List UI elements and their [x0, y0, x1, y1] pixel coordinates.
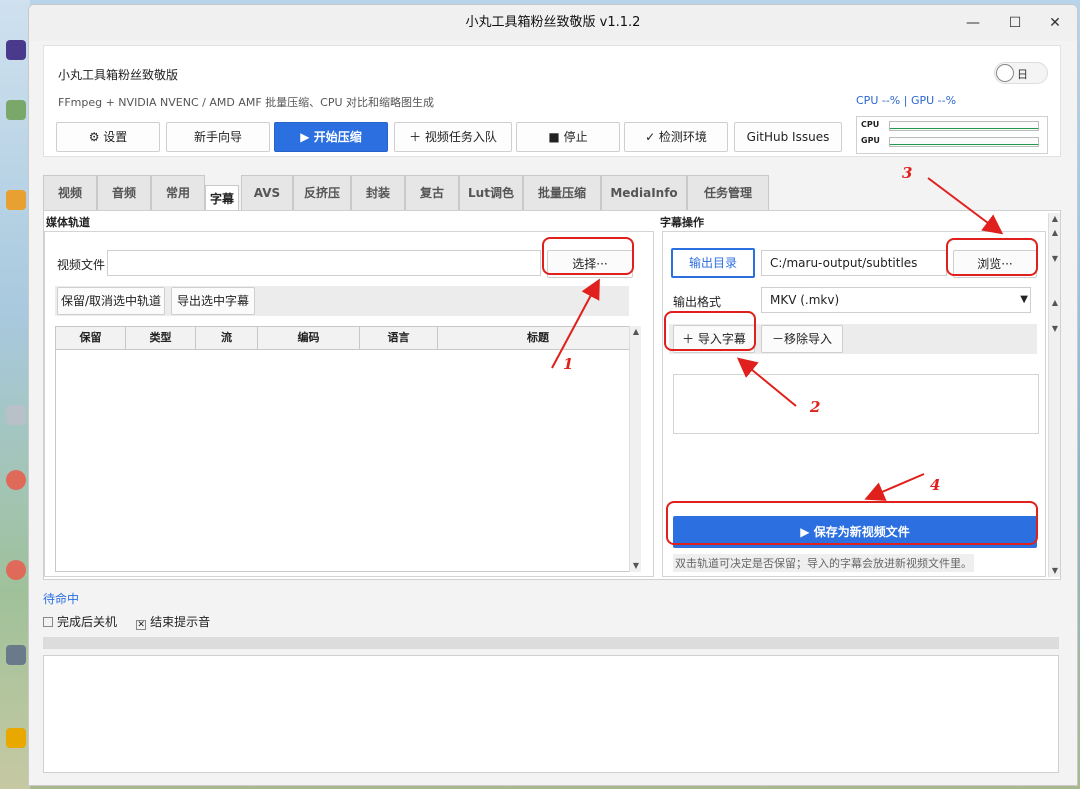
annotation-number-1: 1 — [563, 355, 574, 373]
column-stream[interactable]: 流 — [196, 327, 258, 349]
track-table-scrollbar[interactable]: ▲ ▼ — [629, 326, 641, 572]
app-window: 小丸工具箱粉丝致敬版 v1.1.2 — ☐ ✕ 小丸工具箱粉丝致敬版 FFmpe… — [28, 4, 1078, 786]
imported-subtitle-list[interactable] — [673, 374, 1039, 434]
subtitle-hint: 双击轨道可决定是否保留；导入的字幕会放进新视频文件里。 — [673, 554, 974, 572]
window-title: 小丸工具箱粉丝致敬版 v1.1.2 — [465, 15, 641, 30]
desktop-background — [0, 0, 30, 789]
theme-toggle-label: 日 — [1017, 68, 1028, 81]
export-subtitle-button[interactable]: 导出选中字幕 — [171, 287, 255, 315]
track-table-body[interactable] — [55, 350, 639, 572]
tab-mediainfo[interactable]: MediaInfo — [601, 175, 687, 211]
scroll-down-icon[interactable]: ▼ — [1049, 565, 1061, 577]
tab-mux[interactable]: 封装 — [351, 175, 405, 211]
desktop-icon[interactable] — [6, 560, 26, 580]
subtitle-ops-title: 字幕操作 — [660, 216, 704, 229]
annotation-number-2: 2 — [810, 398, 821, 416]
progress-bar — [43, 637, 1059, 649]
check-env-button[interactable]: ✓ 检测环境 — [624, 122, 728, 152]
desktop-icon[interactable] — [6, 728, 26, 748]
toggle-keep-track-button[interactable]: 保留/取消选中轨道 — [57, 287, 165, 315]
tab-common[interactable]: 常用 — [151, 175, 205, 211]
maximize-button[interactable]: ☐ — [995, 5, 1035, 41]
output-format-label: 输出格式 — [673, 295, 722, 309]
usage-monitor: CPU GPU — [856, 116, 1048, 154]
app-description: FFmpeg + NVIDIA NVENC / AMD AMF 批量压缩、CPU… — [58, 96, 435, 109]
checkbox-checked-icon[interactable]: ✕ — [136, 620, 147, 630]
media-track-group: 视频文件 选择··· 保留/取消选中轨道 导出选中字幕 保留 类型 流 编码 语… — [44, 231, 654, 577]
cpu-usage-bar — [889, 121, 1039, 131]
add-queue-button[interactable]: ＋ 视频任务入队 — [394, 122, 512, 152]
annotation-box-browse — [946, 238, 1038, 276]
stop-button[interactable]: ■ 停止 — [516, 122, 620, 152]
annotation-number-3: 3 — [902, 164, 913, 182]
close-button[interactable]: ✕ — [1035, 5, 1075, 41]
tab-batch[interactable]: 批量压缩 — [523, 175, 601, 211]
scroll-up-icon[interactable]: ▲ — [1049, 297, 1061, 309]
options-row: 完成后关机 ✕ 结束提示音 — [43, 613, 210, 630]
desktop-icon[interactable] — [6, 645, 26, 665]
output-dir-button[interactable]: 输出目录 — [671, 248, 755, 278]
scroll-down-icon[interactable]: ▼ — [630, 560, 642, 572]
output-format-value: MKV (.mkv) — [770, 293, 840, 307]
output-dir-input[interactable]: C:/maru-output/subtitles — [761, 250, 947, 276]
beep-label: 结束提示音 — [150, 615, 211, 629]
tab-task-manager[interactable]: 任务管理 — [687, 175, 769, 211]
desktop-icon[interactable] — [6, 190, 26, 210]
tab-video[interactable]: 视频 — [43, 175, 97, 211]
wizard-button[interactable]: 新手向导 — [166, 122, 270, 152]
media-track-title: 媒体轨道 — [46, 216, 90, 229]
panel-scrollbar[interactable]: ▲ ▲ ▼ ▲ ▼ ▼ — [1048, 213, 1060, 577]
annotation-box-import — [664, 311, 756, 351]
github-issues-button[interactable]: GitHub Issues — [734, 122, 842, 152]
title-bar[interactable]: 小丸工具箱粉丝致敬版 v1.1.2 — ☐ ✕ — [29, 5, 1077, 41]
scroll-up-icon[interactable]: ▲ — [1049, 227, 1061, 239]
start-compress-button[interactable]: ▶ 开始压缩 — [274, 122, 388, 152]
desktop-icon[interactable] — [6, 405, 26, 425]
gpu-label: GPU — [861, 136, 880, 145]
status-text: 待命中 — [43, 592, 80, 606]
shutdown-label: 完成后关机 — [57, 615, 118, 629]
header-panel: 小丸工具箱粉丝致敬版 FFmpeg + NVIDIA NVENC / AMD A… — [43, 45, 1061, 157]
track-table-header: 保留 类型 流 编码 语言 标题 — [55, 326, 639, 350]
checkbox-box[interactable] — [43, 617, 53, 627]
chevron-down-icon: ▼ — [1020, 294, 1028, 305]
annotation-number-4: 4 — [930, 476, 941, 494]
column-title[interactable]: 标题 — [438, 327, 638, 349]
scroll-down-icon[interactable]: ▼ — [1049, 323, 1061, 335]
video-file-input[interactable] — [107, 250, 541, 276]
output-format-select[interactable]: MKV (.mkv) ▼ — [761, 287, 1031, 313]
settings-button[interactable]: ⚙ 设置 — [56, 122, 160, 152]
column-keep[interactable]: 保留 — [56, 327, 126, 349]
cpu-label: CPU — [861, 120, 880, 129]
column-codec[interactable]: 编码 — [258, 327, 360, 349]
annotation-box-choose — [542, 237, 634, 275]
beep-checkbox[interactable]: ✕ 结束提示音 — [136, 615, 211, 630]
scroll-down-icon[interactable]: ▼ — [1049, 253, 1061, 265]
column-type[interactable]: 类型 — [126, 327, 196, 349]
desktop-icon[interactable] — [6, 100, 26, 120]
annotation-box-save — [666, 501, 1038, 545]
video-file-label: 视频文件 — [57, 258, 106, 272]
log-area[interactable] — [43, 655, 1059, 773]
tab-anti-squeeze[interactable]: 反挤压 — [293, 175, 351, 211]
toggle-knob — [996, 64, 1014, 82]
tab-avs[interactable]: AVS — [241, 175, 293, 211]
tab-retro[interactable]: 复古 — [405, 175, 459, 211]
tab-subtitle[interactable]: 字幕 — [205, 185, 239, 211]
gpu-usage-bar — [889, 137, 1039, 147]
scroll-up-icon[interactable]: ▲ — [630, 326, 642, 338]
resource-stats: CPU --% | GPU --% — [856, 94, 957, 107]
remove-import-button[interactable]: －移除导入 — [761, 325, 843, 353]
tab-lut[interactable]: Lut调色 — [459, 175, 523, 211]
tab-audio[interactable]: 音频 — [97, 175, 151, 211]
desktop-icon[interactable] — [6, 40, 26, 60]
app-name: 小丸工具箱粉丝致敬版 — [58, 68, 179, 82]
minimize-button[interactable]: — — [953, 5, 993, 41]
scroll-up-icon[interactable]: ▲ — [1049, 213, 1061, 225]
theme-toggle[interactable]: 日 — [994, 62, 1048, 84]
shutdown-checkbox[interactable]: 完成后关机 — [43, 615, 117, 629]
column-language[interactable]: 语言 — [360, 327, 438, 349]
desktop-icon[interactable] — [6, 470, 26, 490]
